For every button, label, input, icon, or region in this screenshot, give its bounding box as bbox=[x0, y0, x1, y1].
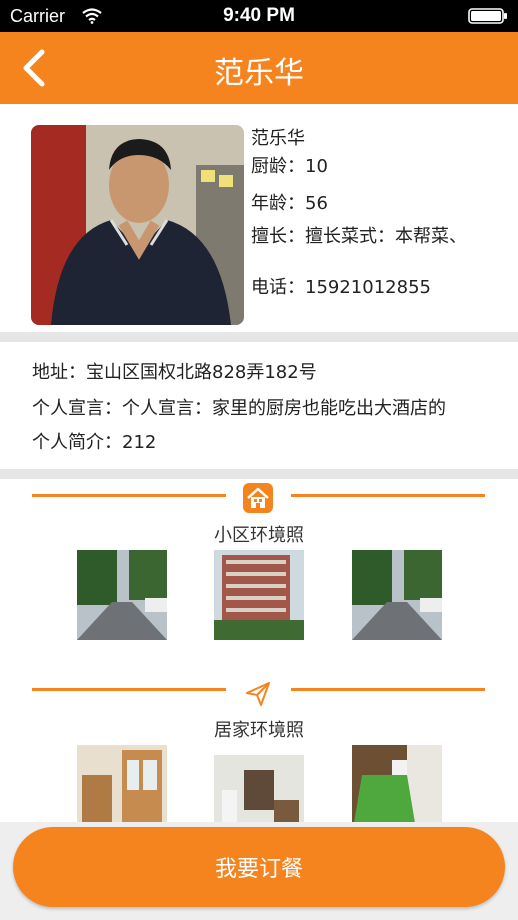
section-line-right bbox=[291, 494, 485, 497]
specialty-row: 擅长：擅长菜式：本帮菜、 bbox=[251, 222, 467, 248]
phone-label: 电话： bbox=[251, 277, 305, 298]
chef-details: 地址：宝山区国权北路828弄182号 个人宣言：个人宣言：家里的厨房也能吃出大酒… bbox=[0, 342, 518, 470]
community-photos-title: 小区环境照 bbox=[214, 525, 304, 546]
phone-row: 电话：15921012855 bbox=[251, 273, 431, 299]
address-value: 宝山区国权北路828弄182号 bbox=[86, 362, 317, 383]
order-button[interactable]: 我要订餐 bbox=[13, 827, 505, 907]
chef-experience-value: 10 bbox=[305, 156, 328, 177]
age-value: 56 bbox=[305, 193, 328, 214]
address-label: 地址： bbox=[32, 362, 86, 383]
community-photo-2[interactable] bbox=[214, 550, 304, 640]
chef-experience-label: 厨龄： bbox=[251, 156, 305, 177]
intro-value: 212 bbox=[122, 432, 157, 453]
intro-label: 个人简介： bbox=[32, 432, 122, 453]
community-photo-3[interactable] bbox=[352, 550, 442, 640]
chef-experience-row: 厨龄：10 bbox=[251, 152, 328, 178]
phone-value[interactable]: 15921012855 bbox=[305, 277, 431, 298]
battery-icon bbox=[468, 8, 507, 24]
chef-avatar bbox=[31, 125, 244, 325]
navigation-bar: 范乐华 bbox=[0, 32, 518, 104]
age-label: 年龄： bbox=[251, 193, 305, 214]
specialty-label: 擅长： bbox=[251, 226, 305, 247]
chef-name: 范乐华 bbox=[251, 128, 305, 149]
age-row: 年龄：56 bbox=[251, 189, 328, 215]
declaration-value: 个人宣言：家里的厨房也能吃出大酒店的 bbox=[122, 398, 446, 419]
status-bar: Carrier 9:40 PM bbox=[0, 0, 518, 32]
section-divider bbox=[0, 469, 518, 479]
house-icon bbox=[243, 483, 273, 513]
page-title: 范乐华 bbox=[214, 56, 304, 91]
section-line-left bbox=[32, 494, 226, 497]
address-row: 地址：宝山区国权北路828弄182号 bbox=[32, 358, 317, 384]
clock: 9:40 PM bbox=[223, 5, 295, 26]
declaration-label: 个人宣言： bbox=[32, 398, 122, 419]
section-divider bbox=[0, 332, 518, 342]
declaration-row: 个人宣言：个人宣言：家里的厨房也能吃出大酒店的 bbox=[32, 394, 446, 420]
home-photos-title: 居家环境照 bbox=[214, 720, 304, 741]
section-line-right bbox=[291, 688, 485, 691]
community-photo-1[interactable] bbox=[77, 550, 167, 640]
chef-profile-card: 范乐华 厨龄：10 年龄：56 擅长：擅长菜式：本帮菜、 电话：15921012… bbox=[0, 104, 518, 332]
chef-detail-page: Carrier 9:40 PM 范乐华 范乐华 厨龄：10 年龄：56 擅长：擅… bbox=[0, 0, 518, 920]
specialty-value: 擅长菜式：本帮菜、 bbox=[305, 226, 467, 247]
section-line-left bbox=[32, 688, 226, 691]
intro-row: 个人简介：212 bbox=[32, 428, 156, 454]
paper-plane-icon bbox=[246, 682, 270, 706]
